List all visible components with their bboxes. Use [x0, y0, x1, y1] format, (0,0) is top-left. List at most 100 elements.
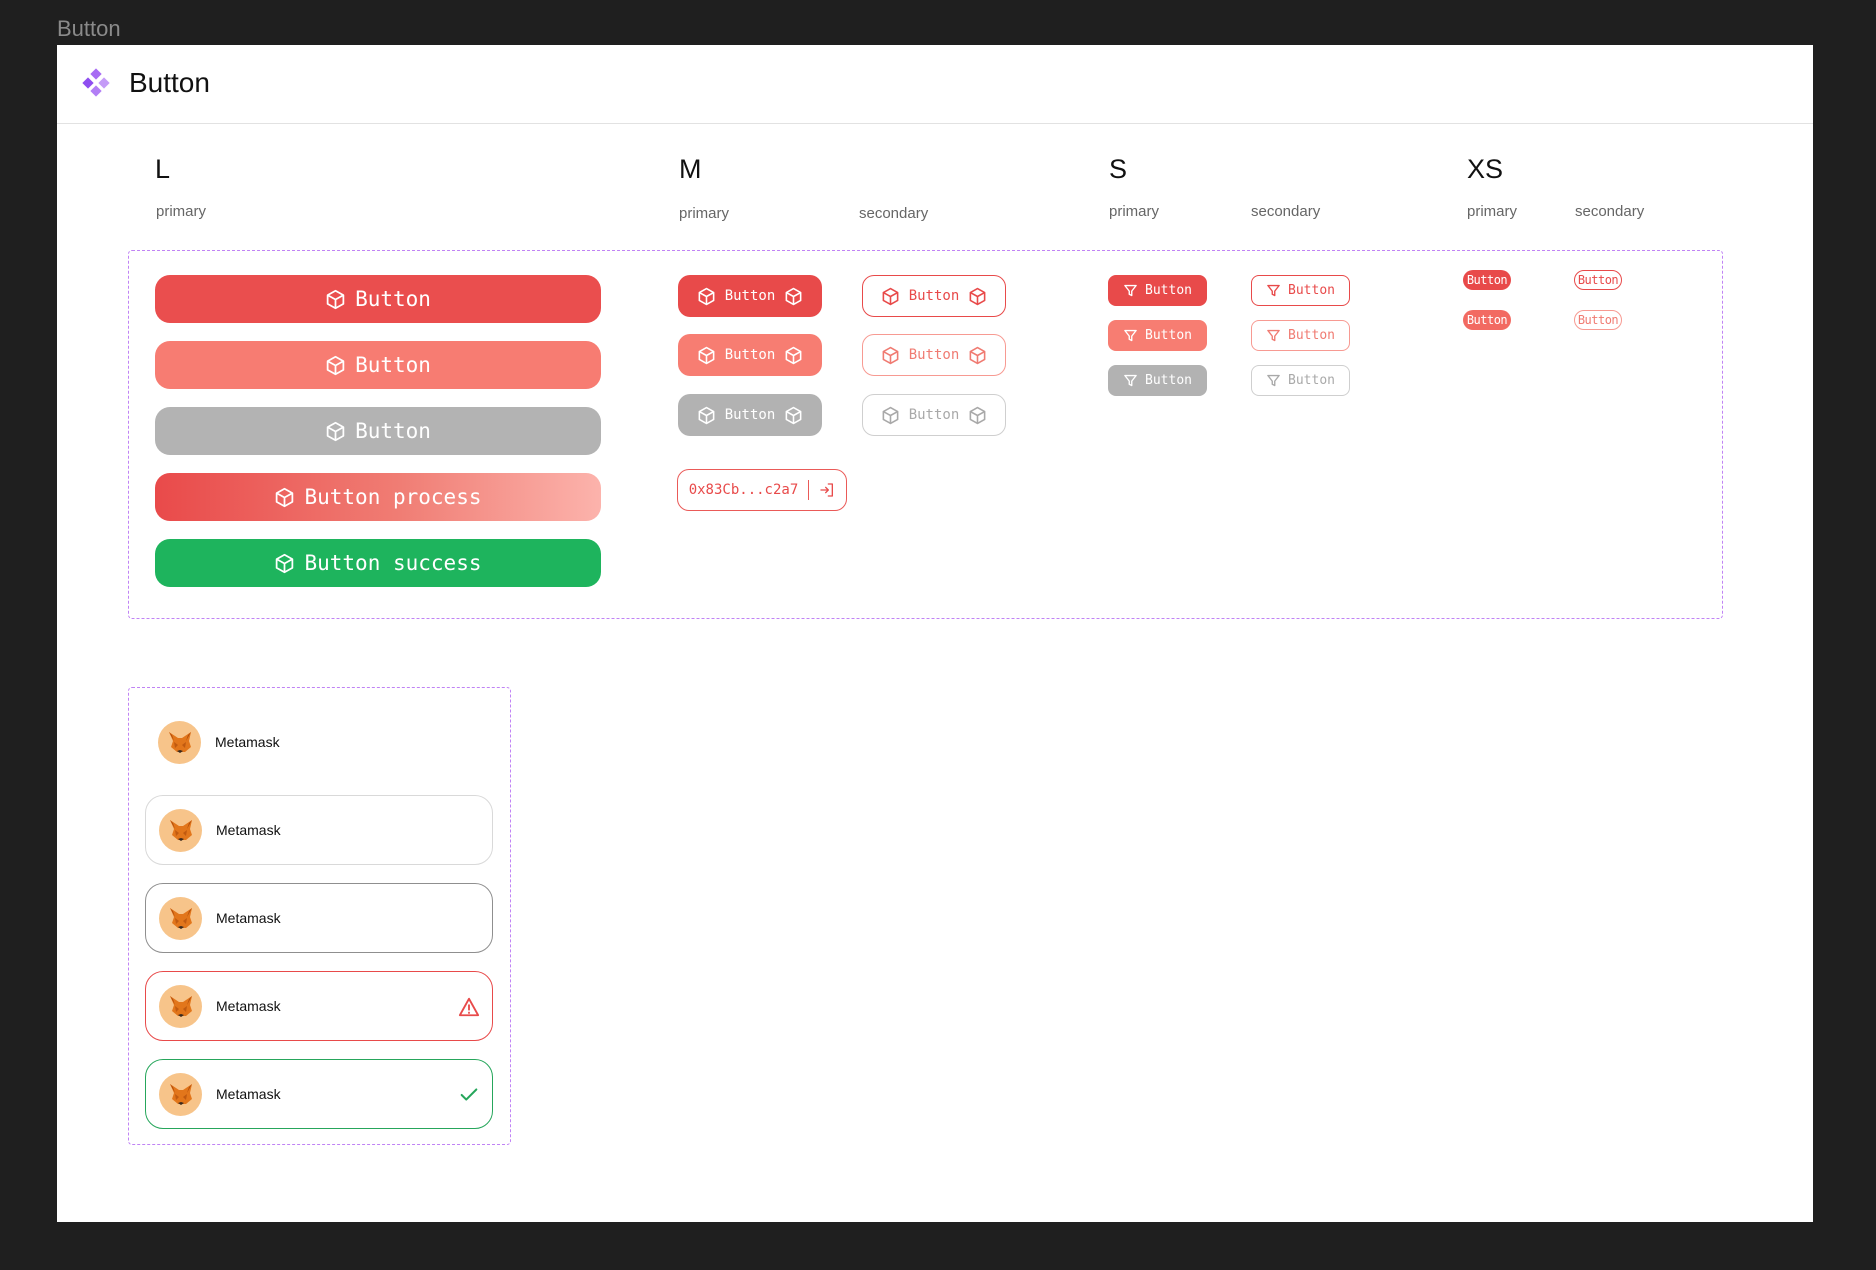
cube-icon [882, 346, 899, 364]
m-primary-hover-button[interactable]: Button [678, 334, 822, 376]
l-primary-hover-button[interactable]: Button [155, 341, 601, 389]
variant-label-m-primary: primary [679, 205, 730, 222]
filter-icon [1267, 374, 1280, 387]
metamask-fox-icon [159, 1072, 202, 1116]
cube-icon [969, 406, 986, 424]
cube-icon [882, 287, 899, 305]
cube-icon [698, 287, 715, 305]
filter-icon [1267, 329, 1280, 342]
cube-icon [276, 487, 294, 507]
login-icon [820, 483, 834, 497]
metamask-fox-icon [158, 720, 201, 764]
frame-title: Button [57, 16, 121, 41]
page-title: Button [129, 67, 210, 98]
s-secondary-disabled-button[interactable]: Button [1251, 365, 1350, 396]
header: Button [57, 45, 1813, 124]
cube-icon [276, 553, 294, 573]
button-label: Button [355, 353, 431, 377]
wallet-option-default[interactable]: Metamask [145, 707, 493, 777]
divider [808, 480, 810, 500]
component-logo-icon [82, 68, 110, 97]
xs-secondary-button[interactable]: Button [1574, 270, 1622, 290]
l-process-button[interactable]: Button process [155, 473, 601, 521]
wallet-option-success[interactable]: Metamask [145, 1059, 493, 1129]
wallet-name: Metamask [216, 822, 281, 838]
button-label: Button [1145, 373, 1192, 388]
cube-icon [326, 289, 345, 309]
l-success-button[interactable]: Button success [155, 539, 601, 587]
filter-icon [1124, 284, 1137, 297]
size-heading-xs: XS [1467, 154, 1504, 184]
cube-icon [785, 406, 802, 424]
cube-icon [785, 346, 802, 364]
wallet-option-hover[interactable]: Metamask [145, 795, 493, 865]
variant-label-l-primary: primary [156, 203, 207, 220]
s-secondary-hover-button[interactable]: Button [1251, 320, 1350, 351]
button-label: Button [1288, 373, 1335, 388]
cube-icon [785, 287, 802, 305]
cube-icon [326, 355, 345, 375]
s-secondary-button[interactable]: Button [1251, 275, 1350, 306]
l-primary-disabled-button[interactable]: Button [155, 407, 601, 455]
cube-icon [326, 421, 345, 441]
metamask-fox-icon [159, 808, 202, 852]
warning-icon [458, 997, 480, 1017]
button-label: Button [1145, 283, 1192, 298]
button-label: Button [724, 288, 776, 304]
m-secondary-button[interactable]: Button [862, 275, 1006, 317]
cube-icon [698, 406, 715, 424]
s-primary-button[interactable]: Button [1108, 275, 1207, 306]
button-label: Button success [304, 551, 482, 575]
m-secondary-hover-button[interactable]: Button [862, 334, 1006, 376]
button-label: Button [1577, 273, 1619, 287]
xs-primary-button[interactable]: Button [1463, 270, 1511, 290]
m-primary-button[interactable]: Button [678, 275, 822, 317]
size-heading-m: M [679, 154, 702, 184]
wallet-option-error[interactable]: Metamask [145, 971, 493, 1041]
button-label: Button [1288, 328, 1335, 343]
button-label: Button process [304, 485, 482, 509]
button-label: Button [355, 287, 431, 311]
cube-icon [698, 346, 715, 364]
variant-label-xs-secondary: secondary [1575, 203, 1645, 220]
component-canvas: Button L primary M primary secondary S p… [57, 45, 1813, 1222]
button-label: Button [1145, 328, 1192, 343]
m-primary-disabled-button[interactable]: Button [678, 394, 822, 436]
button-label: Button [908, 407, 960, 423]
variant-label-s-secondary: secondary [1251, 203, 1321, 220]
variant-label-s-primary: primary [1109, 203, 1160, 220]
size-heading-s: S [1109, 154, 1128, 184]
check-icon [460, 1088, 478, 1101]
button-label: Button [1288, 283, 1335, 298]
button-label: Button [1466, 313, 1508, 327]
button-label: Button [355, 419, 431, 443]
wallet-name: Metamask [216, 1086, 281, 1102]
size-heading-l: L [155, 154, 171, 184]
l-primary-button[interactable]: Button [155, 275, 601, 323]
variant-label-xs-primary: primary [1467, 203, 1518, 220]
wallet-name: Metamask [216, 998, 281, 1014]
xs-primary-hover-button[interactable]: Button [1463, 310, 1511, 330]
button-label: Button [908, 347, 960, 363]
xs-secondary-hover-button[interactable]: Button [1574, 310, 1622, 330]
button-label: Button [1577, 313, 1619, 327]
wallet-address: 0x83Cb...c2a7 [688, 482, 799, 498]
s-primary-disabled-button[interactable]: Button [1108, 365, 1207, 396]
button-label: Button [908, 288, 960, 304]
metamask-fox-icon [159, 896, 202, 940]
metamask-fox-icon [159, 984, 202, 1028]
cube-icon [882, 406, 899, 424]
filter-icon [1267, 284, 1280, 297]
filter-icon [1124, 329, 1137, 342]
wallet-address-button[interactable]: 0x83Cb...c2a7 [677, 469, 847, 511]
s-primary-hover-button[interactable]: Button [1108, 320, 1207, 351]
wallet-option-focus[interactable]: Metamask [145, 883, 493, 953]
variant-label-m-secondary: secondary [859, 205, 929, 222]
m-secondary-disabled-button[interactable]: Button [862, 394, 1006, 436]
wallet-name: Metamask [215, 734, 280, 750]
cube-icon [969, 346, 986, 364]
cube-icon [969, 287, 986, 305]
button-label: Button [1466, 273, 1508, 287]
wallet-name: Metamask [216, 910, 281, 926]
button-label: Button [724, 347, 776, 363]
